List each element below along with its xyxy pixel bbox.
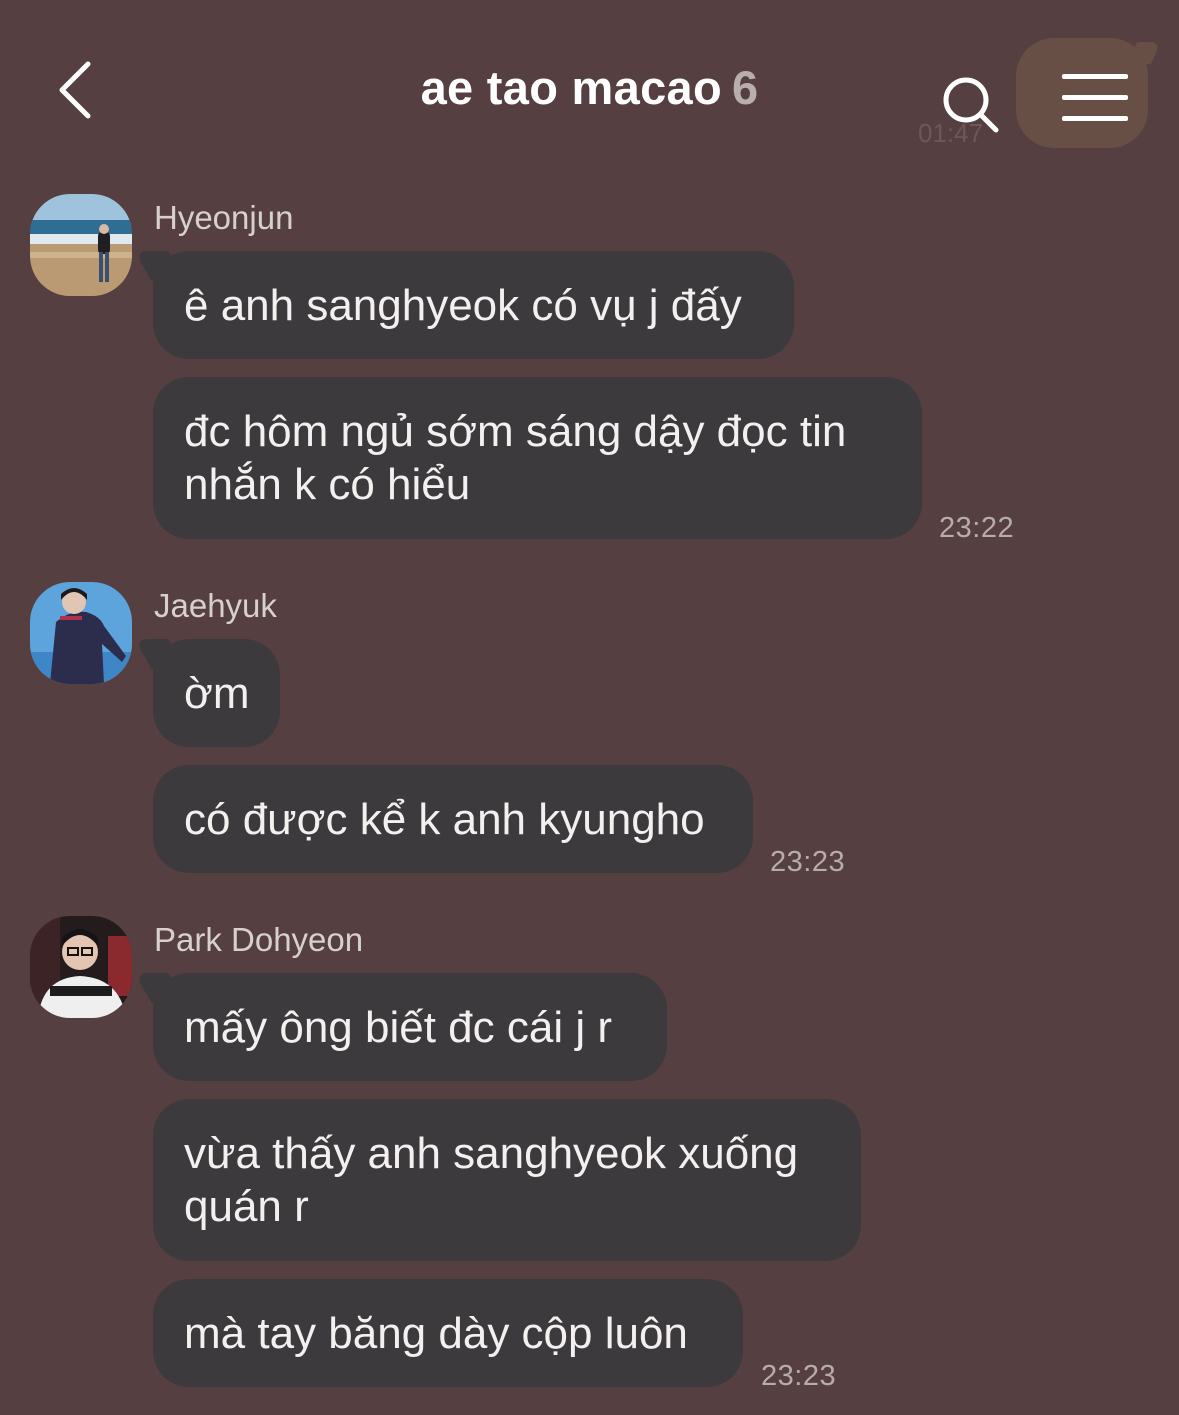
avatar-hyeonjun[interactable] xyxy=(30,194,132,296)
sender-name: Park Dohyeon xyxy=(154,921,364,958)
message-timestamp: 23:22 xyxy=(939,512,1015,544)
chat-title-name: ae tao macao xyxy=(420,61,722,114)
message-text: có được kể k anh kyungho xyxy=(184,795,705,844)
hamburger-menu-icon xyxy=(1062,74,1128,79)
person-photo-avatar xyxy=(30,916,132,1018)
avatar-park-dohyeon[interactable] xyxy=(30,916,132,1018)
search-icon xyxy=(943,77,999,133)
message-bubble[interactable]: đc hôm ngủ sớm sáng dậy đọc tin nhắn k c… xyxy=(153,377,922,539)
message-text: mà tay băng dày cộp luôn xyxy=(184,1309,688,1358)
avatar-jaehyuk[interactable] xyxy=(30,582,132,684)
menu-button[interactable] xyxy=(1062,74,1128,128)
message-bubble[interactable]: có được kể k anh kyungho xyxy=(153,765,753,873)
message-text: vừa thấy anh sanghyeok xuống quán r xyxy=(184,1129,799,1231)
message-text: đc hôm ngủ sớm sáng dậy đọc tin nhắn k c… xyxy=(184,407,847,509)
sender-name: Hyeonjun xyxy=(154,199,294,236)
message-bubble[interactable]: mấy ông biết đc cái j r xyxy=(153,973,667,1081)
sender-name: Jaehyuk xyxy=(154,587,277,624)
message-bubble[interactable]: vừa thấy anh sanghyeok xuống quán r xyxy=(153,1099,861,1261)
beach-photo-avatar xyxy=(30,194,132,296)
message-text: mấy ông biết đc cái j r xyxy=(184,1003,612,1052)
message-text: ê anh sanghyeok có vụ j đấy xyxy=(184,281,742,330)
message-timestamp: 23:23 xyxy=(770,846,846,878)
message-text: ờm xyxy=(184,669,250,718)
chat-header: 01:47 ae tao macao 6 xyxy=(0,0,1179,185)
search-button[interactable] xyxy=(938,72,1004,138)
person-photo-avatar xyxy=(30,582,132,684)
message-bubble[interactable]: ờm xyxy=(153,639,280,747)
member-count: 6 xyxy=(731,61,759,114)
message-timestamp: 23:23 xyxy=(761,1360,837,1392)
message-bubble[interactable]: mà tay băng dày cộp luôn xyxy=(153,1279,743,1387)
message-bubble[interactable]: ê anh sanghyeok có vụ j đấy xyxy=(153,251,794,359)
